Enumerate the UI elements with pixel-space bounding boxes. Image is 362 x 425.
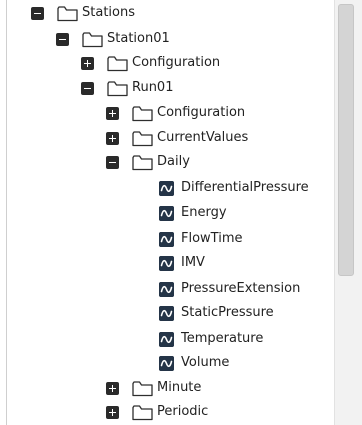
- expand-toggle-icon[interactable]: [106, 131, 119, 145]
- tree-leaf-label: PressureExtension: [181, 281, 301, 296]
- tree-node-label: Configuration: [157, 105, 246, 120]
- tree-leaf-energy[interactable]: Energy: [159, 202, 227, 224]
- folder-icon: [132, 130, 153, 146]
- tree-leaf-differential-pressure[interactable]: DifferentialPressure: [159, 177, 309, 199]
- folder-icon: [132, 380, 153, 396]
- tree-leaf-label: DifferentialPressure: [181, 180, 309, 195]
- tree-node-stations[interactable]: Stations: [31, 2, 135, 24]
- folder-icon: [107, 55, 128, 71]
- tree-node-run-configuration[interactable]: Configuration: [106, 102, 245, 124]
- folder-icon: [132, 404, 153, 420]
- collapse-toggle-icon[interactable]: [81, 81, 94, 95]
- signal-icon: [159, 205, 174, 221]
- folder-icon: [57, 5, 78, 21]
- signal-icon: [159, 331, 174, 347]
- folder-icon: [107, 80, 128, 96]
- tree-node-station01[interactable]: Station01: [56, 28, 170, 50]
- tree-leaf-flow-time[interactable]: FlowTime: [159, 228, 243, 250]
- signal-icon: [159, 355, 174, 371]
- tree-leaf-imv[interactable]: IMV: [159, 252, 205, 274]
- tree-node-station-configuration[interactable]: Configuration: [81, 52, 220, 74]
- tree-node-daily[interactable]: Daily: [106, 151, 190, 173]
- tree-node-label: Configuration: [132, 55, 221, 70]
- tree-node-label: Minute: [157, 380, 202, 395]
- signal-icon: [159, 180, 174, 196]
- tree-leaf-label: StaticPressure: [181, 305, 274, 320]
- scrollbar-thumb[interactable]: [338, 4, 354, 276]
- expand-toggle-icon[interactable]: [106, 106, 119, 120]
- tree-node-label: Run01: [132, 80, 174, 95]
- tree-node-periodic[interactable]: Periodic: [106, 401, 208, 423]
- signal-icon: [159, 255, 174, 271]
- tree-leaf-label: FlowTime: [181, 231, 243, 246]
- tree-leaf-volume[interactable]: Volume: [159, 352, 229, 374]
- folder-icon: [132, 105, 153, 121]
- folder-icon: [132, 154, 153, 170]
- signal-icon: [159, 281, 174, 297]
- tree-node-label: Stations: [82, 5, 135, 20]
- tree-node-minute[interactable]: Minute: [106, 377, 201, 399]
- tree-node-current-values[interactable]: CurrentValues: [106, 127, 248, 149]
- expand-toggle-icon[interactable]: [81, 56, 94, 70]
- tree-leaf-static-pressure[interactable]: StaticPressure: [159, 302, 274, 324]
- expand-toggle-icon[interactable]: [106, 405, 119, 419]
- tree-leaf-temperature[interactable]: Temperature: [159, 328, 263, 350]
- signal-icon: [159, 305, 174, 321]
- expand-toggle-icon[interactable]: [106, 381, 119, 395]
- tree-leaf-pressure-extension[interactable]: PressureExtension: [159, 278, 300, 300]
- tree-node-label: Daily: [157, 154, 190, 169]
- folder-icon: [82, 31, 103, 47]
- collapse-toggle-icon[interactable]: [56, 32, 69, 46]
- collapse-toggle-icon[interactable]: [31, 6, 44, 20]
- tree-node-label: Station01: [107, 31, 170, 46]
- tree-leaf-label: IMV: [181, 255, 205, 270]
- tree-node-run01[interactable]: Run01: [81, 77, 173, 99]
- tree-view: Stations Station01 Configuration Run01 C…: [6, 0, 335, 425]
- tree-leaf-label: Temperature: [181, 331, 264, 346]
- tree-leaf-label: Volume: [181, 355, 230, 370]
- tree-node-label: Periodic: [157, 404, 209, 419]
- tree-node-label: CurrentValues: [157, 130, 249, 145]
- signal-icon: [159, 231, 174, 247]
- tree-leaf-label: Energy: [181, 205, 227, 220]
- collapse-toggle-icon[interactable]: [106, 155, 119, 169]
